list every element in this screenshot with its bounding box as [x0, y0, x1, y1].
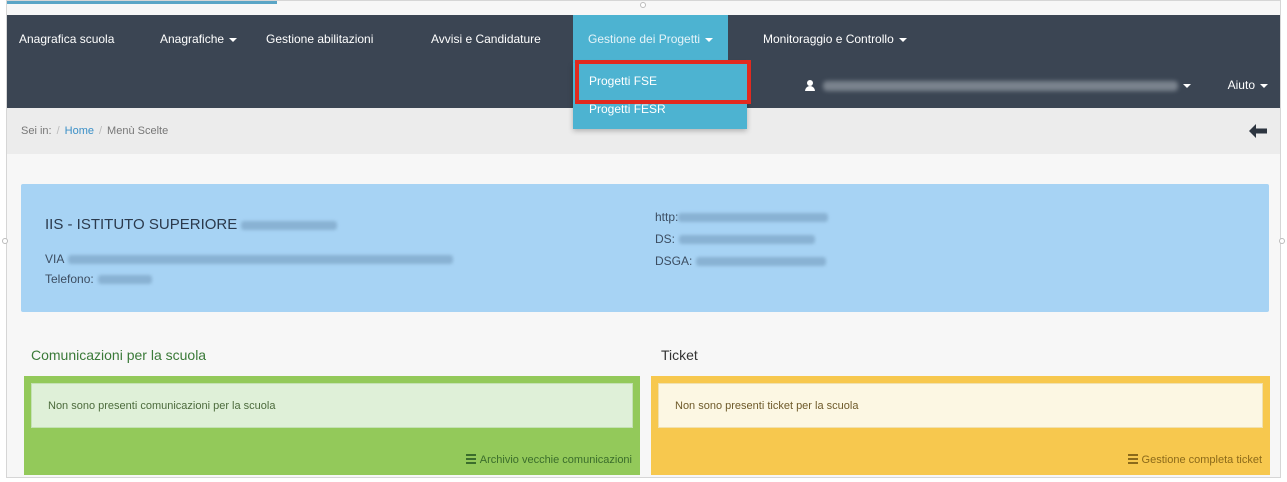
archive-communications-link[interactable]: Archivio vecchie comunicazioni: [465, 454, 632, 466]
resize-handle: [2, 238, 8, 244]
ticket-message: Non sono presenti ticket per la scuola: [658, 383, 1263, 428]
communications-panel: Non sono presenti comunicazioni per la s…: [24, 376, 640, 475]
nav-label: Anagrafica scuola: [19, 32, 115, 46]
menu-item-progetti-fse[interactable]: Progetti FSE: [573, 67, 747, 95]
redacted-code: [241, 220, 338, 230]
help-label: Aiuto: [1227, 78, 1255, 92]
nav-label: Avvisi e Candidature: [431, 32, 541, 46]
app-window: Anagrafica scuola Anagrafiche Gestione a…: [6, 0, 1281, 478]
redacted-ds: [679, 235, 816, 245]
communications-title: Comunicazioni per la scuola: [31, 347, 207, 363]
caret-down-icon: [705, 37, 714, 42]
user-menu[interactable]: [805, 63, 1191, 108]
school-phone: Telefono:: [45, 272, 152, 286]
ticket-management-link[interactable]: Gestione completa ticket: [1127, 454, 1262, 466]
list-icon: [465, 454, 476, 464]
redacted-website: [678, 213, 829, 223]
nav-label: Gestione abilitazioni: [266, 32, 374, 46]
caret-down-icon: [1260, 83, 1268, 88]
caret-down-icon: [898, 37, 907, 42]
school-website: http:: [655, 210, 829, 224]
list-icon: [1127, 454, 1138, 464]
breadcrumb-current: Menù Scelte: [107, 125, 169, 137]
nav-label: Anagrafiche: [160, 32, 225, 46]
ticket-panel: Non sono presenti ticket per la scuola G…: [651, 376, 1270, 475]
menu-item-progetti-fesr[interactable]: Progetti FESR: [573, 95, 747, 123]
help-menu[interactable]: Aiuto: [1228, 63, 1268, 108]
redacted-address: [68, 255, 454, 265]
breadcrumb-home-link[interactable]: Home: [65, 125, 94, 137]
breadcrumb-prefix: Sei in:: [21, 125, 52, 137]
projects-dropdown: Progetti FSE Progetti FESR: [573, 63, 747, 129]
school-info-card: IIS - ISTITUTO SUPERIORE VIA Telefono: h…: [21, 184, 1269, 312]
nav-anagrafiche[interactable]: Anagrafiche: [160, 15, 238, 63]
caret-down-icon: [229, 37, 238, 42]
redacted-phone: [97, 275, 152, 285]
redacted-dsga: [696, 257, 827, 267]
ticket-title: Ticket: [661, 347, 698, 363]
nav-monitoraggio-controllo[interactable]: Monitoraggio e Controllo: [763, 15, 907, 63]
school-dsga: DSGA:: [655, 254, 827, 268]
school-ds: DS:: [655, 232, 816, 246]
resize-handle: [1279, 238, 1285, 244]
school-name: IIS - ISTITUTO SUPERIORE: [45, 216, 338, 233]
main-navbar: Anagrafica scuola Anagrafiche Gestione a…: [7, 15, 1280, 63]
nav-avvisi-candidature[interactable]: Avvisi e Candidature: [431, 15, 541, 63]
loading-bar: [7, 1, 277, 4]
user-icon: [805, 80, 815, 91]
nav-gestione-abilitazioni[interactable]: Gestione abilitazioni: [266, 15, 373, 63]
communications-message: Non sono presenti comunicazioni per la s…: [31, 383, 633, 428]
nav-label: Gestione dei Progetti: [588, 32, 701, 46]
user-name-redacted: [823, 80, 1178, 91]
resize-handle: [640, 2, 646, 8]
caret-down-icon: [1183, 83, 1191, 88]
nav-label: Monitoraggio e Controllo: [763, 32, 894, 46]
nav-gestione-progetti[interactable]: Gestione dei Progetti: [573, 15, 729, 63]
back-arrow-icon[interactable]: [1248, 123, 1268, 139]
school-address: VIA: [45, 252, 454, 266]
nav-anagrafica-scuola[interactable]: Anagrafica scuola: [19, 15, 114, 63]
breadcrumb: Sei in: / Home / Menù Scelte: [21, 125, 169, 137]
